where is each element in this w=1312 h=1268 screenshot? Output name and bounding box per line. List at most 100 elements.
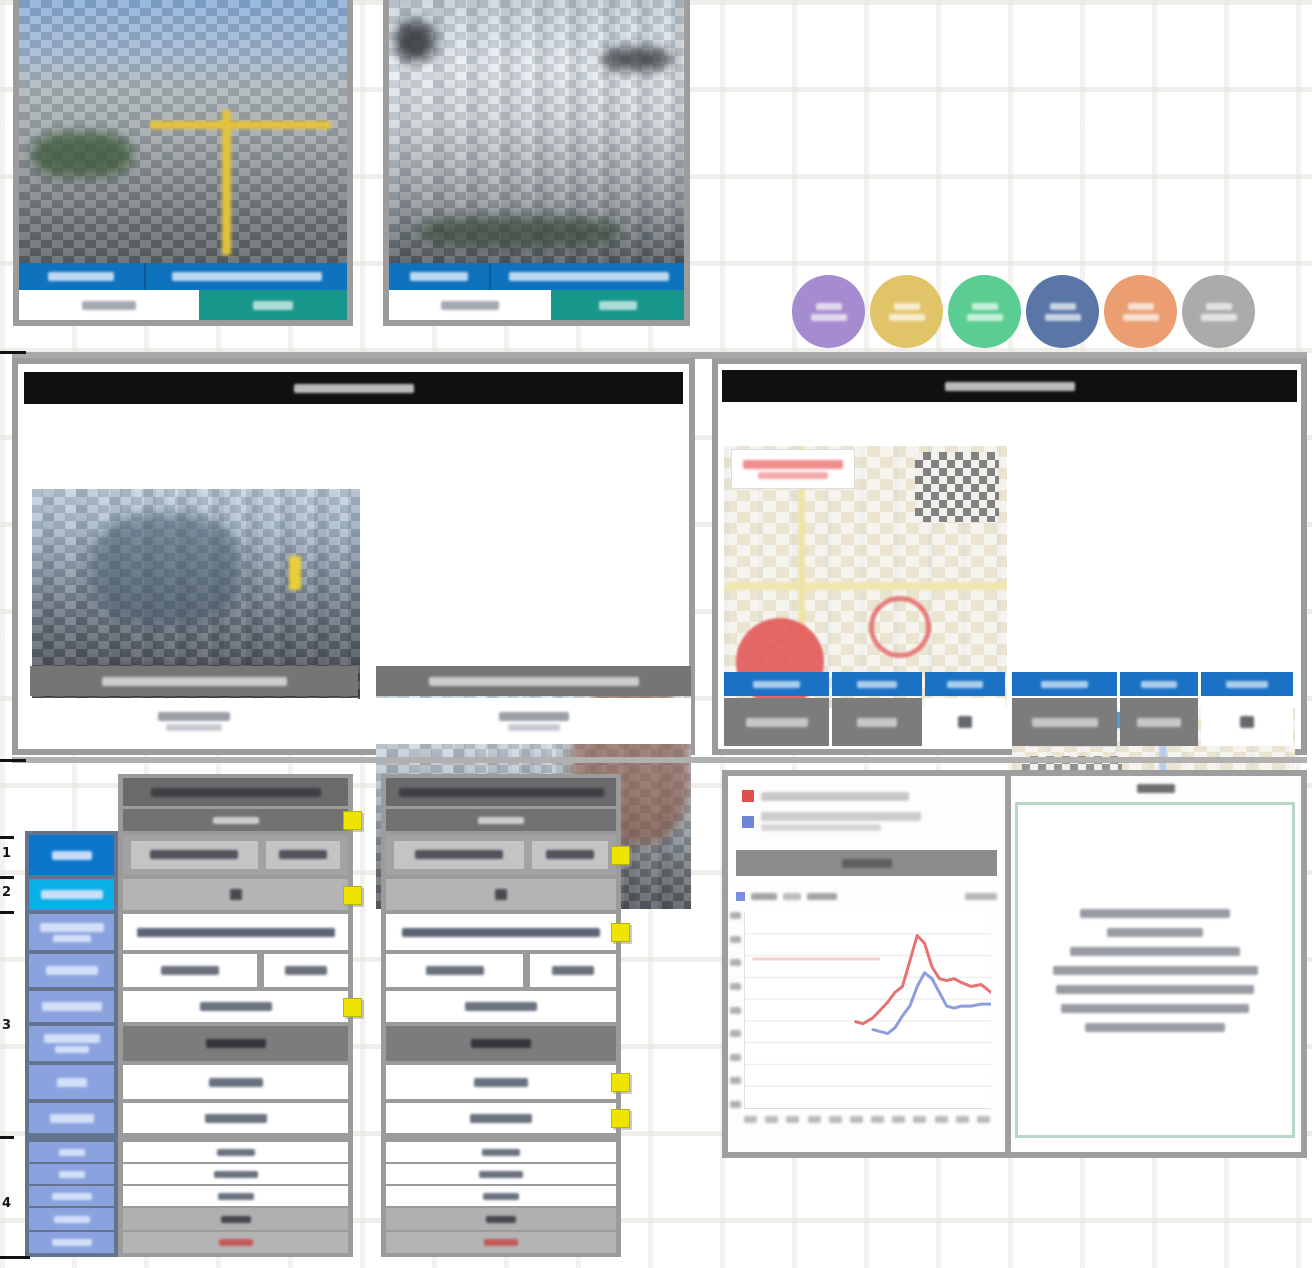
table-cell-b-row-3[interactable] [381,835,630,875]
yellow-note-marker[interactable] [611,923,630,942]
map-2-table-header-1 [1012,672,1117,696]
step-badge-1 [792,275,865,348]
row-header-15 [29,1232,114,1253]
chart-header-bar [736,850,997,876]
outline-number-1[interactable]: 1 [2,846,16,861]
foliage-blob [32,131,133,177]
table-cell-a-row-14[interactable] [118,1208,353,1230]
table-cell-b-row-14[interactable] [381,1208,621,1230]
outline-number-3[interactable]: 3 [2,1018,16,1033]
row-header-7 [29,991,114,1022]
table-cell-b-row-10[interactable] [381,1103,630,1133]
legend-red-swatch [742,790,754,802]
map-1-table-cell-1[interactable] [724,698,829,746]
table-cell-a-row-11[interactable] [118,1142,353,1162]
table-cell-a-row-8[interactable] [118,1026,353,1061]
table-cell-a-row-4[interactable] [118,879,362,910]
map-1-table-header-3 [925,672,1005,696]
map-1-table-header-2 [832,672,922,696]
street-photo-1-caption [30,666,358,696]
chart-y-axis-ticks [730,912,742,1108]
map-road [724,582,1007,591]
footer-action-cell[interactable] [199,290,347,320]
photo-card-2-footer [389,290,684,320]
table-cell-a-row-2[interactable] [118,809,362,831]
dark-blob [394,21,435,62]
row-header-12 [29,1164,114,1184]
table-cell-a-row-1[interactable] [118,778,353,806]
table-cell-b-row-12[interactable] [381,1164,621,1184]
yellow-note-marker[interactable] [611,1073,630,1092]
title-bar-right-cell [493,263,684,290]
outline-number-2[interactable]: 2 [2,885,16,900]
row-header-8 [29,1026,114,1061]
price-trend-chart-panel [728,776,1005,1152]
comparison-column-a[interactable] [118,774,362,1257]
table-cell-a-row-12[interactable] [118,1164,353,1184]
photo-card-1[interactable] [13,0,353,326]
table-cell-a-row-3[interactable] [118,835,353,875]
photo-card-2[interactable] [383,0,690,326]
table-cell-b-row-11[interactable] [381,1142,621,1162]
yellow-note-marker[interactable] [611,1109,630,1128]
title-bar-left-cell [19,263,146,290]
map-2-table-cell-2[interactable] [1120,698,1198,746]
table-cell-a-row-10[interactable] [118,1103,353,1133]
table-cell-b-row-4[interactable] [381,879,621,910]
chart-mini-legend-row [736,892,997,901]
step-badge-4 [1026,275,1099,348]
table-cell-a-row-9[interactable] [118,1065,353,1099]
table-cell-b-row-15[interactable] [381,1232,621,1253]
yellow-note-marker[interactable] [611,846,630,865]
section-divider-2 [12,757,1307,763]
map-2-table-cell-3[interactable] [1201,698,1293,746]
map-2-table-cell-1[interactable] [1012,698,1117,746]
chart-legend-entry-1 [742,790,909,802]
table-cell-a-row-6[interactable] [118,954,353,987]
footer-action-cell[interactable] [551,290,684,320]
yellow-note-marker[interactable] [343,998,362,1017]
table-cell-b-row-13[interactable] [381,1186,621,1206]
map-2-table-header-2 [1120,672,1198,696]
map-1-table-cell-3[interactable] [925,698,1005,746]
map-1[interactable] [724,446,1007,708]
crane-mast [222,110,232,256]
row-header-10 [29,1103,114,1133]
legend-blue-swatch [742,816,754,828]
table-cell-b-row-6[interactable] [381,954,621,987]
row-header-3 [29,835,114,875]
street-photo-2-subcaption [376,698,691,744]
yellow-note-marker[interactable] [343,811,362,830]
row-header-13 [29,1186,114,1206]
maps-panel-title-bar [722,370,1297,402]
yellow-note-marker[interactable] [343,886,362,905]
table-cell-a-row-13[interactable] [118,1186,353,1206]
table-cell-a-row-15[interactable] [118,1232,353,1253]
table-cell-b-row-2[interactable] [381,809,621,831]
table-cell-b-row-8[interactable] [381,1026,621,1061]
maps-panel [712,358,1307,970]
comparison-column-b[interactable] [381,774,630,1257]
building-photo-2 [389,0,684,263]
chart-x-axis-ticks [744,1116,990,1123]
title-bar-right-cell [148,263,347,290]
chart-legend-entry-2 [742,812,921,831]
step-badge-3 [948,275,1021,348]
photo-card-2-title-bar [389,263,684,290]
table-cell-b-row-9[interactable] [381,1065,630,1099]
footer-value-cell[interactable] [389,290,552,320]
outline-number-4[interactable]: 4 [2,1196,16,1211]
step-badge-2 [870,275,943,348]
table-cell-a-row-5[interactable] [118,914,353,950]
opinion-text-box [1015,802,1295,1138]
photo-card-1-footer [19,290,347,320]
table-cell-b-row-5[interactable] [381,914,630,950]
table-cell-b-row-7[interactable] [381,991,621,1022]
dark-blob [602,47,673,72]
map-2-table-header-3 [1201,672,1293,696]
footer-value-cell[interactable] [19,290,200,320]
table-cell-b-row-1[interactable] [381,778,621,806]
map-1-label [732,450,854,488]
map-1-table-cell-2[interactable] [832,698,922,746]
table-cell-a-row-7[interactable] [118,991,362,1022]
